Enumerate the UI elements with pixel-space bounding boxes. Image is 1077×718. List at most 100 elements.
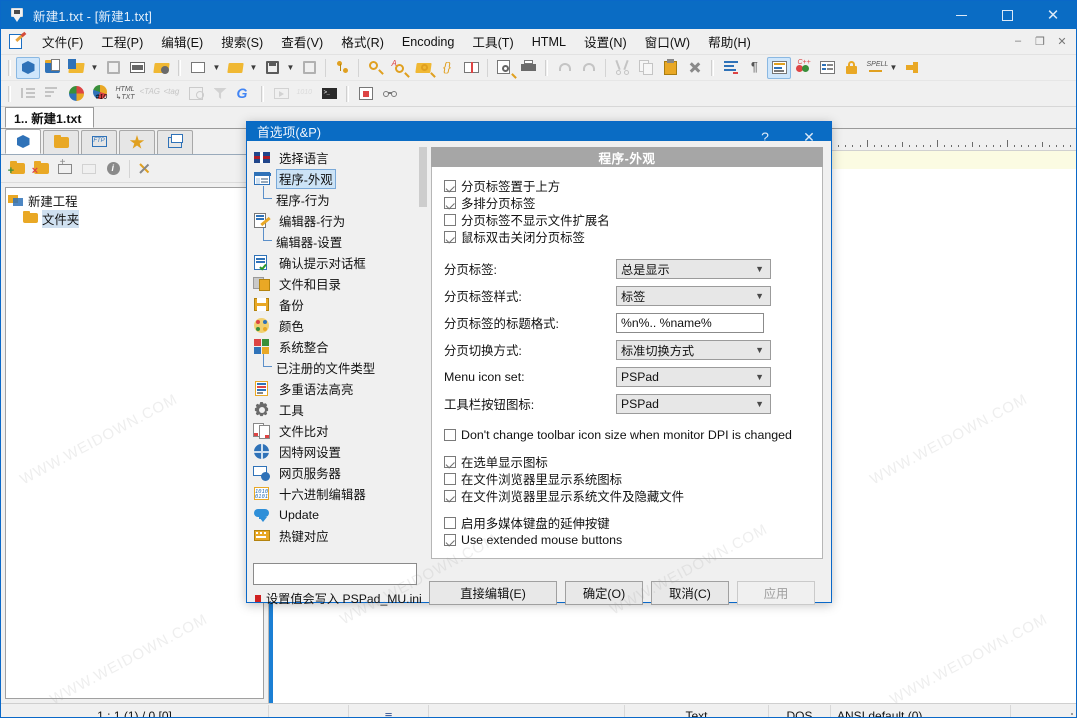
tabs-on-top-checkbox[interactable]: 分页标签置于上方	[444, 177, 810, 194]
tab-caption-format-input[interactable]: %n%.. %name%	[616, 312, 764, 333]
new-file-button[interactable]	[186, 57, 210, 79]
dialog-nav-item-3[interactable]: 编辑器-行为	[251, 210, 427, 231]
menu-tools[interactable]: 工具(T)	[463, 28, 522, 55]
new-file-dropdown-arrow[interactable]: ▼	[210, 57, 223, 79]
folder-new-icon[interactable]: +	[53, 158, 77, 180]
find-in-files-button[interactable]	[411, 57, 435, 79]
tree-child-node[interactable]: 文件夹	[8, 210, 261, 228]
replace-button[interactable]: A	[387, 57, 411, 79]
tabs-style-select[interactable]: 标签 ▼	[616, 285, 771, 306]
tab-favorites[interactable]	[119, 130, 155, 154]
cancel-button[interactable]: 取消(C)	[651, 581, 729, 605]
console-button[interactable]: >_	[317, 83, 341, 105]
multiline-tabs-checkbox[interactable]: 多排分页标签	[444, 194, 810, 211]
save-all-button[interactable]	[297, 57, 321, 79]
toolbar2-grip-2[interactable]	[259, 85, 266, 103]
code-explorer-button[interactable]	[815, 57, 839, 79]
toolbar-grip-2[interactable]	[176, 59, 183, 77]
log-button[interactable]	[125, 57, 149, 79]
glasses-view-button[interactable]	[378, 83, 402, 105]
open-file-dropdown-arrow[interactable]: ▼	[247, 57, 260, 79]
menu-window[interactable]: 窗口(W)	[636, 28, 699, 55]
show-pilcrow-button[interactable]: ¶	[743, 57, 767, 79]
undo-button[interactable]	[553, 57, 577, 79]
toolbar-grip[interactable]	[6, 59, 13, 77]
google-search-button[interactable]: G	[232, 83, 256, 105]
dialog-nav-item-5[interactable]: 确认提示对话框	[251, 252, 427, 273]
menu-file[interactable]: 文件(F)	[33, 28, 92, 55]
dialog-nav-item-18[interactable]: 热键对应	[251, 525, 427, 546]
menu-edit[interactable]: 编辑(E)	[152, 28, 212, 55]
dialog-nav-item-12[interactable]: 工具	[251, 399, 427, 420]
status-encoding[interactable]: ANSI default (0)	[831, 704, 1011, 717]
dialog-nav-item-16[interactable]: 1010 0101 十六进制编辑器	[251, 483, 427, 504]
dialog-nav-item-11[interactable]: 多重语法高亮	[251, 378, 427, 399]
resize-grip[interactable]	[1059, 709, 1073, 717]
save-file-button[interactable]	[260, 57, 284, 79]
menu-format[interactable]: 格式(R)	[332, 28, 393, 55]
status-lineend[interactable]: DOS	[769, 704, 831, 717]
run-button[interactable]	[269, 83, 293, 105]
print-button[interactable]	[516, 57, 540, 79]
apply-button[interactable]: 应用	[737, 581, 815, 605]
maximize-button[interactable]	[984, 1, 1030, 29]
color-chart-10-button[interactable]: #10	[88, 83, 112, 105]
highlight-toggle-button[interactable]	[767, 56, 791, 79]
dialog-nav-item-2[interactable]: 程序-行为	[251, 186, 427, 210]
project-tree[interactable]: 新建工程 文件夹	[5, 187, 264, 699]
mdi-close-button[interactable]: ✕	[1052, 32, 1072, 50]
project-settings-button[interactable]	[149, 57, 173, 79]
copy-button[interactable]	[634, 57, 658, 79]
settings-search-input[interactable]	[253, 563, 417, 585]
menu-icon-set-select[interactable]: PSPad ▼	[616, 366, 771, 387]
dictionary-button[interactable]	[459, 57, 483, 79]
lowercase-tag-button[interactable]: <tag	[160, 83, 184, 105]
redo-button[interactable]	[577, 57, 601, 79]
menu-view[interactable]: 查看(V)	[272, 28, 332, 55]
multimedia-keys-checkbox[interactable]: 启用多媒体键盘的延伸按键	[444, 514, 810, 531]
web-preview-button[interactable]	[184, 83, 208, 105]
reformat-button[interactable]	[719, 57, 743, 79]
menu-html[interactable]: HTML	[523, 31, 575, 53]
dialog-nav-item-6[interactable]: 文件和目录	[251, 273, 427, 294]
menu-search[interactable]: 搜索(S)	[212, 28, 272, 55]
dialog-help-button[interactable]: ?	[743, 122, 787, 152]
status-wrap-indicator[interactable]: ≡	[349, 704, 429, 717]
pin-button[interactable]	[900, 57, 924, 79]
project-new-button[interactable]	[16, 56, 40, 79]
tab-switch-mode-select[interactable]: 标准切换方式 ▼	[616, 339, 771, 360]
filter-button[interactable]	[208, 83, 232, 105]
dialog-close-button[interactable]: ✕	[787, 122, 831, 152]
open-file-button[interactable]	[223, 57, 247, 79]
ok-button[interactable]: 确定(O)	[565, 581, 643, 605]
dialog-nav-item-7[interactable]: 备份	[251, 294, 427, 315]
explorer-hidden-files-checkbox[interactable]: 在文件浏览器里显示系统文件及隐藏文件	[444, 487, 810, 504]
dialog-nav-item-14[interactable]: 因特网设置	[251, 441, 427, 462]
mdi-restore-button[interactable]: ❐	[1030, 32, 1050, 50]
toolbar-grip-4[interactable]	[709, 59, 716, 77]
readonly-lock-button[interactable]	[839, 57, 863, 79]
indent-button[interactable]	[16, 83, 40, 105]
document-tab[interactable]: 1.. 新建1.txt	[5, 107, 95, 128]
record-macro-button[interactable]	[354, 83, 378, 105]
dialog-nav-item-9[interactable]: 系统整合	[251, 336, 427, 357]
dpi-icon-size-checkbox[interactable]: Don't change toolbar icon size when moni…	[444, 426, 810, 443]
info-icon[interactable]: i	[101, 158, 125, 180]
mdi-minimize-button[interactable]: –	[1008, 32, 1028, 50]
tab-windows[interactable]	[157, 130, 193, 154]
tools-icon[interactable]	[134, 158, 158, 180]
dialog-nav-item-8[interactable]: 颜色	[251, 315, 427, 336]
tabs-visibility-select[interactable]: 总是显示 ▼	[616, 258, 771, 279]
project-close-button[interactable]	[101, 57, 125, 79]
tab-explorer[interactable]	[43, 130, 79, 154]
sort-button[interactable]	[40, 83, 64, 105]
dialog-nav-item-10[interactable]: 已注册的文件类型	[251, 354, 427, 378]
close-button[interactable]: ✕	[1030, 1, 1076, 29]
menu-project[interactable]: 工程(P)	[92, 28, 152, 55]
menu-icons-checkbox[interactable]: 在选单显示图标	[444, 453, 810, 470]
extended-mouse-checkbox[interactable]: Use extended mouse buttons	[444, 531, 810, 548]
direct-edit-button[interactable]: 直接编辑(E)	[429, 581, 557, 605]
find-button[interactable]	[363, 57, 387, 79]
menu-settings[interactable]: 设置(N)	[575, 28, 636, 55]
spell-dropdown-arrow[interactable]: ▼	[887, 57, 900, 79]
